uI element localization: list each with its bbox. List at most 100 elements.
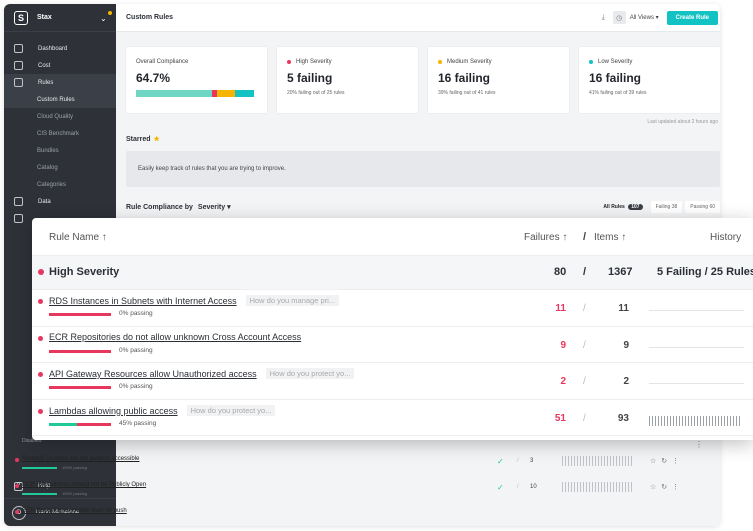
severity-dot — [15, 458, 19, 462]
question-tag[interactable]: How do you manage pri... — [245, 295, 340, 306]
check-icon: ✓ — [497, 457, 504, 466]
card-label: Low Severity — [598, 59, 633, 65]
column-header-failures[interactable]: Failures ↑ — [524, 232, 567, 243]
pass-bar — [22, 467, 57, 469]
low-severity-card[interactable]: Low Severity 16 failing 41% failing out … — [579, 47, 720, 113]
sidebar-item-label: Cost — [38, 62, 51, 69]
sidebar-subitem-custom-rules[interactable]: Custom Rules — [4, 91, 116, 108]
row-actions[interactable]: ☆↻⋮ — [650, 457, 684, 465]
items-count: 2 — [623, 376, 629, 387]
severity-dot — [38, 372, 43, 377]
table-row[interactable]: Redshift Clusters are not publicly acces… — [10, 452, 679, 478]
rule-name-link[interactable]: API Gateway Resources allow Unauthorized… — [49, 368, 355, 379]
table-row[interactable]: ECR Repositories enable scan on push — [10, 504, 602, 530]
slash: / — [583, 303, 586, 314]
severity-group-row[interactable]: High Severity 80 / 1367 5 Failing / 25 R… — [32, 256, 753, 290]
pass-bar — [49, 349, 111, 353]
notification-dot — [108, 11, 112, 15]
compliance-bar-segment — [136, 90, 212, 97]
pass-percent: 100% passing — [62, 491, 88, 496]
rule-name-link[interactable]: RDS Instances in Subnets with Internet A… — [49, 295, 340, 306]
history-sparkline — [649, 310, 744, 311]
pass-bar — [49, 313, 111, 316]
history-sparkline — [562, 456, 632, 466]
high-severity-card[interactable]: High Severity 5 failing 20% failing out … — [277, 47, 418, 113]
cost-icon — [14, 61, 23, 70]
check-icon: ✓ — [497, 483, 504, 492]
failures-count: 11 — [555, 303, 566, 314]
sidebar-item-data[interactable]: Data — [4, 193, 116, 210]
card-subtext: 20% failing out of 25 rules — [287, 90, 345, 96]
group-summary: 5 Failing / 25 Rules — [657, 266, 753, 278]
history-sparkline — [649, 346, 744, 348]
question-tag[interactable]: How do you protect yo... — [186, 404, 276, 416]
summary-cards: Overall Compliance 64.7% High Severity 5… — [116, 32, 720, 113]
rule-name-link[interactable]: ECR Repositories should not be Publicly … — [22, 482, 146, 488]
severity-dot — [38, 335, 43, 341]
table-row[interactable]: ECR Repositories do not allow unknown Cr… — [32, 327, 753, 363]
row-actions[interactable]: ☆↻⋮ — [650, 483, 684, 491]
rule-name: ECR Repositories do not allow unknown Cr… — [49, 331, 302, 342]
table-row[interactable]: RDS Instances in Subnets with Internet A… — [32, 290, 753, 327]
page-title: Custom Rules — [126, 14, 174, 21]
items-count: 93 — [617, 412, 629, 424]
card-label: Overall Compliance — [136, 59, 189, 65]
card-value: 5 failing — [287, 71, 333, 85]
sidebar-item-rules[interactable]: Rules — [4, 74, 116, 91]
rule-name-link[interactable]: Redshift Clusters are not publicly acces… — [22, 456, 139, 462]
slash: / — [583, 339, 586, 351]
items-count: 11 — [618, 303, 629, 314]
background-rule-list: Disabled Redshift Clusters are not publi… — [10, 438, 679, 530]
history-sparkline — [649, 383, 744, 384]
compliance-bar-segment — [235, 90, 254, 97]
sidebar-subitem-catalog[interactable]: Catalog — [4, 159, 116, 176]
group-items: 1367 — [608, 266, 633, 278]
table-row[interactable]: Lambdas allowing public access How do you… — [32, 400, 753, 436]
disabled-label: Disabled — [22, 438, 42, 444]
views-dropdown[interactable]: All Views ▾ — [630, 14, 659, 21]
card-subtext: 39% failing out of 41 rules — [438, 90, 496, 96]
sidebar-subitem-categories[interactable]: Categories — [4, 176, 116, 193]
severity-dot — [15, 484, 19, 488]
filter-label: Passing — [690, 204, 709, 210]
question-tag[interactable]: How do you protect yo... — [265, 368, 355, 379]
sidebar-subitem-cis-benchmark[interactable]: CIS Benchmark — [4, 125, 116, 142]
items-count: 3 — [530, 458, 534, 464]
compliance-title: Rule Compliance by — [126, 203, 193, 211]
compliance-bar — [136, 90, 254, 97]
create-rule-button[interactable]: Create Rule — [666, 10, 718, 25]
compliance-header: Rule Compliance by Severity ▾ All Rules … — [116, 187, 720, 213]
dashboard-icon — [14, 44, 23, 53]
filter-count: 60 — [709, 204, 715, 210]
sidebar-item-cost[interactable]: Cost — [4, 57, 116, 74]
rule-name-link[interactable]: ECR Repositories do not allow unknown Cr… — [49, 332, 301, 342]
column-header-rule-name[interactable]: Rule Name ↑ — [49, 232, 107, 243]
download-icon[interactable]: ⤓ — [602, 14, 605, 22]
sidebar-subitem-bundles[interactable]: Bundles — [4, 142, 116, 159]
filter-failing[interactable]: Failing 38 — [650, 201, 683, 213]
filter-all-rules[interactable]: All Rules 107 — [598, 201, 647, 213]
filter-label: Failing — [655, 204, 671, 210]
topbar: Custom Rules ⤓ ◷ All Views ▾ Create Rule — [116, 4, 720, 32]
filter-passing[interactable]: Passing 60 — [685, 201, 720, 213]
pass-percent: 0% passing — [119, 383, 153, 390]
rule-name-link[interactable]: Lambdas allowing public access How do you… — [49, 404, 276, 416]
table-row[interactable]: API Gateway Resources allow Unauthorized… — [32, 363, 753, 400]
rule-name-link[interactable]: ECR Repositories enable scan on push — [22, 508, 127, 514]
severity-dot — [438, 60, 442, 64]
brand[interactable]: S Stax ⌄ — [4, 4, 116, 32]
medium-severity-card[interactable]: Medium Severity 16 failing 39% failing o… — [428, 47, 569, 113]
sidebar-subitem-cloud-quality[interactable]: Cloud Quality — [4, 108, 116, 125]
sidebar-item-dashboard[interactable]: Dashboard — [4, 40, 116, 57]
severity-dot — [38, 269, 44, 275]
overall-compliance-card: Overall Compliance 64.7% — [126, 47, 267, 113]
history-icon[interactable]: ◷ — [612, 11, 626, 24]
group-by-dropdown[interactable]: Severity ▾ — [198, 203, 231, 211]
rule-name: Lambdas allowing public access — [49, 405, 178, 416]
sidebar-item-label: Data — [38, 198, 51, 205]
sidebar-item-label: Dashboard — [38, 45, 68, 52]
column-header-items[interactable]: Items ↑ — [594, 232, 626, 243]
kebab-menu-icon[interactable]: ⋮ — [695, 440, 703, 449]
chevron-down-icon[interactable]: ⌄ — [100, 14, 107, 23]
table-row[interactable]: ECR Repositories should not be Publicly … — [10, 478, 679, 504]
